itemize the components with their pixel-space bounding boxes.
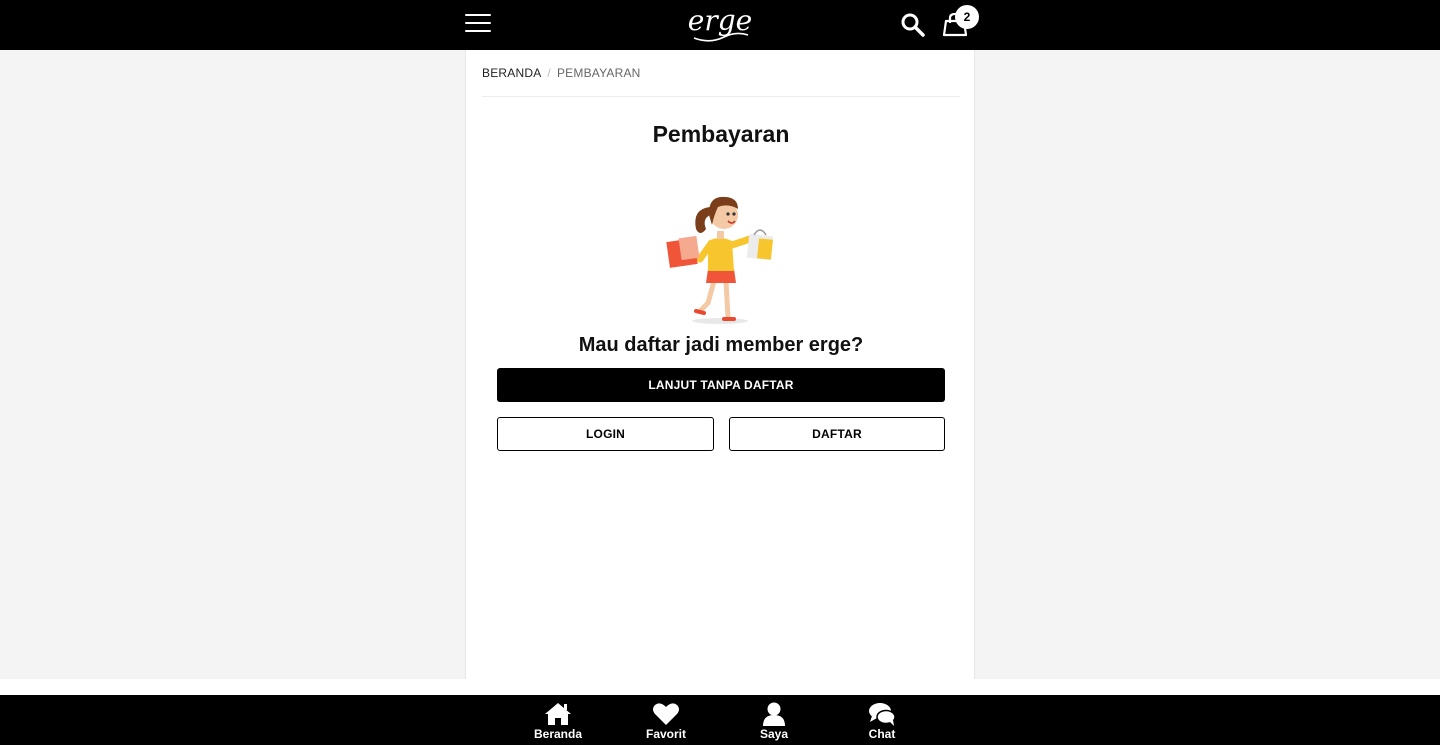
page-title: Pembayaran <box>652 121 790 147</box>
breadcrumb-divider <box>482 96 960 97</box>
user-icon <box>763 702 785 726</box>
breadcrumb: BERANDA / PEMBAYARAN <box>482 66 641 80</box>
top-bar: erge 2 <box>0 0 1440 50</box>
breadcrumb-separator: / <box>547 66 551 80</box>
nav-label-favorite: Favorit <box>645 727 686 741</box>
nav-item-profile[interactable]: Saya <box>734 695 814 745</box>
search-icon[interactable] <box>900 12 926 38</box>
nav-item-chat[interactable]: Chat <box>842 695 922 745</box>
nav-label-chat: Chat <box>868 727 896 741</box>
erge-logo[interactable]: erge <box>680 2 760 46</box>
cart-count-badge: 2 <box>955 5 979 29</box>
heart-icon <box>653 703 679 725</box>
nav-label-home: Beranda <box>533 727 583 741</box>
home-icon <box>545 703 571 725</box>
continue-without-register-button[interactable]: LANJUT TANPA DAFTAR <box>497 368 945 402</box>
menu-icon[interactable] <box>465 13 491 33</box>
register-button[interactable]: DAFTAR <box>729 417 945 451</box>
content-bottom-strip <box>0 679 1440 695</box>
login-button[interactable]: LOGIN <box>497 417 714 451</box>
nav-item-favorite[interactable]: Favorit <box>626 695 706 745</box>
breadcrumb-current: PEMBAYARAN <box>556 66 641 80</box>
shopping-girl-illustration <box>662 185 782 327</box>
svg-text:erge: erge <box>688 4 752 37</box>
member-question: Mau daftar jadi member erge? <box>578 334 864 356</box>
bottom-nav: Beranda Favorit Saya Chat <box>0 695 1440 745</box>
chat-icon <box>869 703 896 726</box>
checkout-panel: BERANDA / PEMBAYARAN Pembayaran Mau daft… <box>465 50 975 679</box>
breadcrumb-home-link[interactable]: BERANDA <box>482 66 541 80</box>
nav-label-profile: Saya <box>759 727 789 741</box>
nav-item-home[interactable]: Beranda <box>518 695 598 745</box>
